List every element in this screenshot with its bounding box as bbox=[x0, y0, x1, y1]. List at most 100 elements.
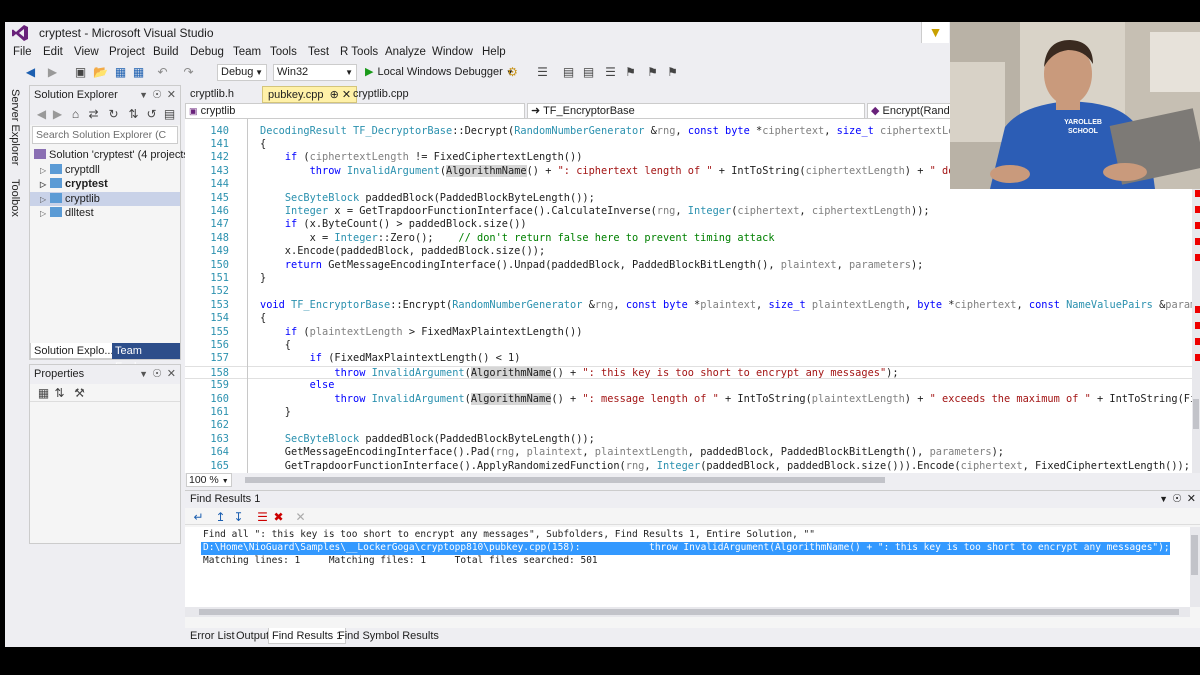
editor-horizontal-scroll-thumb[interactable] bbox=[245, 477, 885, 483]
alphabetical-icon[interactable]: ⇅ bbox=[52, 386, 67, 401]
bookmark-icon[interactable]: ⚑ bbox=[623, 65, 638, 80]
bookmark-next-icon[interactable]: ⚑ bbox=[665, 65, 680, 80]
code-line[interactable]: 159 else bbox=[185, 379, 1192, 392]
code-line[interactable]: 153 void TF_EncryptorBase::Encrypt(Random… bbox=[185, 299, 1192, 312]
find-horizontal-scrollbar[interactable] bbox=[185, 607, 1190, 617]
tree-project-cryptest[interactable]: ▷ cryptest bbox=[30, 177, 180, 192]
code-line[interactable]: 156 { bbox=[185, 339, 1192, 352]
code-line[interactable]: 160 throw InvalidArgument(AlgorithmName(… bbox=[185, 392, 1192, 406]
bookmark-prev-icon[interactable]: ⚑ bbox=[645, 65, 660, 80]
start-debugging-button[interactable]: ▶ Local Windows Debugger ▼ bbox=[365, 64, 514, 81]
solution-explorer-tab[interactable]: Solution Explo... bbox=[30, 343, 118, 359]
menu-edit[interactable]: Edit bbox=[43, 46, 63, 58]
menu-build[interactable]: Build bbox=[153, 46, 179, 58]
tree-project-cryptlib[interactable]: ▷ cryptlib bbox=[30, 191, 180, 208]
solution-configuration-select[interactable]: Debug ▼ bbox=[217, 64, 267, 81]
toolbox-tab[interactable]: Toolbox bbox=[9, 179, 21, 217]
code-line[interactable]: 148 x = Integer::Zero(); // don't return… bbox=[185, 232, 1192, 245]
expand-arrow-icon[interactable]: ▷ bbox=[40, 207, 50, 222]
code-line[interactable]: 165 GetTrapdoorFunctionInterface().Apply… bbox=[185, 460, 1192, 473]
code-line[interactable]: 154 { bbox=[185, 312, 1192, 325]
tree-project-dlltest[interactable]: ▷ dlltest bbox=[30, 206, 180, 221]
properties-icon[interactable]: ▤ bbox=[162, 107, 177, 122]
find-results-list[interactable]: Find all ": this key is too short to enc… bbox=[185, 527, 1190, 607]
next-location-icon[interactable]: ↧ bbox=[231, 510, 246, 525]
menu-project[interactable]: Project bbox=[109, 46, 145, 58]
pin-icon[interactable]: ☉ bbox=[1172, 491, 1182, 508]
sync-icon[interactable]: ⇄ bbox=[86, 107, 101, 122]
save-icon[interactable]: ▦ bbox=[113, 65, 128, 80]
code-line[interactable]: 151} bbox=[185, 272, 1192, 285]
expand-arrow-icon[interactable]: ▷ bbox=[40, 164, 50, 179]
tab-cryptlib-h[interactable]: cryptlib.h bbox=[185, 86, 239, 103]
code-line[interactable]: 149 x.Encode(paddedBlock, paddedBlock.si… bbox=[185, 245, 1192, 258]
find-vertical-scrollbar[interactable] bbox=[1190, 527, 1200, 607]
forward-icon[interactable]: ▶ bbox=[45, 65, 60, 80]
pin-icon[interactable]: ☉ bbox=[152, 365, 162, 384]
toolbar-icon-a[interactable]: ☰ bbox=[535, 65, 550, 80]
code-line[interactable]: 145 SecByteBlock paddedBlock(PaddedBlock… bbox=[185, 192, 1192, 205]
code-line[interactable]: 161 } bbox=[185, 406, 1192, 419]
dropdown-icon[interactable]: ▼ bbox=[1159, 491, 1168, 508]
new-project-icon[interactable]: ▣ bbox=[73, 65, 88, 80]
find-result-row[interactable]: D:\Home\NioGuard\Samples\__LockerGoga\cr… bbox=[201, 542, 1170, 555]
refresh-icon[interactable]: ⇅ bbox=[126, 107, 141, 122]
tree-project-cryptdll[interactable]: ▷ cryptdll bbox=[30, 163, 180, 178]
go-to-location-icon[interactable]: ↵ bbox=[191, 510, 206, 525]
dropdown-icon[interactable]: ▼ bbox=[139, 86, 148, 105]
team-explorer-tab[interactable]: Team Explorer bbox=[112, 343, 180, 373]
close-icon[interactable]: ✕ bbox=[167, 365, 176, 384]
tab-cryptlib-cpp[interactable]: cryptlib.cpp bbox=[348, 86, 414, 103]
menu-file[interactable]: File bbox=[13, 46, 32, 58]
project-dropdown[interactable]: ▣ cryptlib bbox=[185, 103, 525, 119]
collapse-icon[interactable]: ↺ bbox=[144, 107, 159, 122]
tab-pubkey-cpp[interactable]: pubkey.cpp ⊕ ✕ bbox=[262, 86, 358, 103]
output-tab[interactable]: Output bbox=[233, 628, 272, 644]
code-line[interactable]: 147 if (x.ByteCount() > paddedBlock.size… bbox=[185, 218, 1192, 231]
expand-arrow-icon[interactable]: ▷ bbox=[40, 178, 50, 193]
toolbar-icon-c[interactable]: ▤ bbox=[581, 65, 596, 80]
forward-icon[interactable]: ▶ bbox=[50, 107, 65, 122]
clear-all-icon[interactable]: ☰ bbox=[255, 510, 270, 525]
open-file-icon[interactable]: 📂 bbox=[93, 65, 108, 80]
home-icon[interactable]: ⌂ bbox=[68, 107, 83, 122]
solution-search-input[interactable]: Search Solution Explorer (C bbox=[32, 126, 178, 144]
code-line[interactable]: 146 Integer x = GetTrapdoorFunctionInter… bbox=[185, 205, 1192, 218]
back-icon[interactable]: ◀ bbox=[23, 65, 38, 80]
property-pages-icon[interactable]: ⚒ bbox=[72, 386, 87, 401]
solution-platform-select[interactable]: Win32 ▼ bbox=[273, 64, 357, 81]
expand-arrow-icon[interactable]: ▷ bbox=[40, 193, 50, 208]
code-line[interactable]: 150 return GetMessageEncodingInterface()… bbox=[185, 259, 1192, 272]
categorized-icon[interactable]: ▦ bbox=[36, 386, 51, 401]
delete-icon[interactable]: ✖ bbox=[271, 510, 286, 525]
menu-view[interactable]: View bbox=[74, 46, 99, 58]
previous-location-icon[interactable]: ↥ bbox=[213, 510, 228, 525]
dropdown-icon[interactable]: ▼ bbox=[139, 365, 148, 384]
server-explorer-tab[interactable]: Server Explorer bbox=[9, 89, 21, 165]
toolbar-icon-b[interactable]: ▤ bbox=[561, 65, 576, 80]
error-list-tab[interactable]: Error List bbox=[187, 628, 238, 644]
comment-icon[interactable]: ☰ bbox=[603, 65, 618, 80]
menu-analyze[interactable]: Analyze bbox=[385, 46, 426, 58]
menu-debug[interactable]: Debug bbox=[190, 46, 224, 58]
menu-tools[interactable]: Tools bbox=[270, 46, 297, 58]
pin-icon[interactable]: ☉ bbox=[152, 86, 162, 105]
redo-icon[interactable]: ↷ bbox=[181, 65, 196, 80]
menu-r-tools[interactable]: R Tools bbox=[340, 46, 378, 58]
menu-team[interactable]: Team bbox=[233, 46, 261, 58]
pin-icon[interactable]: ⊕ bbox=[330, 89, 339, 101]
tree-solution-node[interactable]: Solution 'cryptest' (4 projects bbox=[30, 148, 189, 163]
scope-dropdown[interactable]: ➜ TF_EncryptorBase bbox=[527, 103, 865, 119]
scroll-thumb[interactable] bbox=[1191, 535, 1198, 575]
find-in-files-icon[interactable]: ⚙ bbox=[505, 65, 520, 80]
code-line[interactable]: 157 if (FixedMaxPlaintextLength() < 1) bbox=[185, 352, 1192, 365]
close-icon[interactable]: ✕ bbox=[1187, 491, 1196, 508]
code-line[interactable]: 164 GetMessageEncodingInterface().Pad(rn… bbox=[185, 446, 1192, 459]
code-line[interactable]: 158 throw InvalidArgument(AlgorithmName(… bbox=[185, 365, 1192, 380]
find-symbol-results-tab[interactable]: Find Symbol Results bbox=[335, 628, 442, 644]
scroll-thumb[interactable] bbox=[199, 609, 1179, 615]
feedback-filter-icon[interactable]: ▼ bbox=[921, 22, 949, 43]
menu-window[interactable]: Window bbox=[432, 46, 473, 58]
save-all-icon[interactable]: ▦ bbox=[131, 65, 146, 80]
back-icon[interactable]: ◀ bbox=[34, 107, 49, 122]
